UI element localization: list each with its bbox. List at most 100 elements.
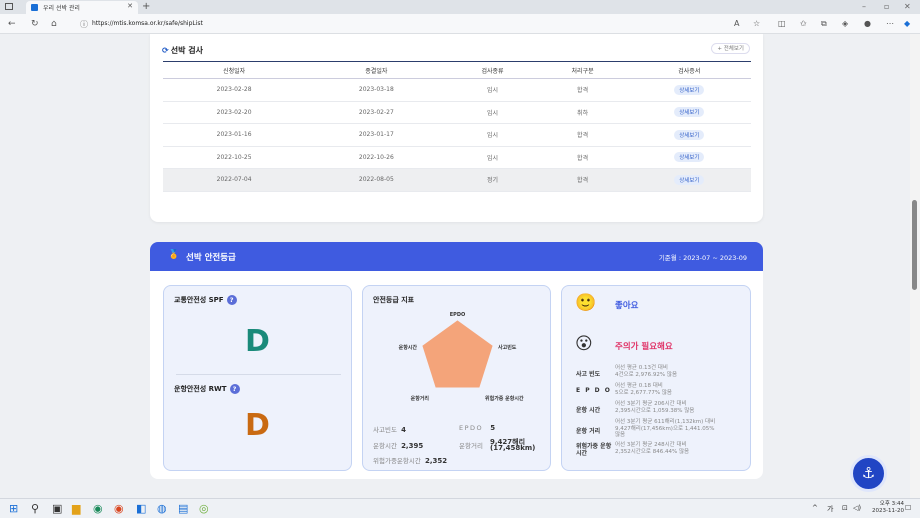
safety-grade-body: 교통안전성 SPF? D 운항안전성 RWT? D 안전등급 지표 EPDO 사…: [150, 271, 763, 479]
column-header: 처리구분: [537, 61, 628, 79]
detail-button[interactable]: 상세보기: [674, 84, 705, 95]
notification-icon[interactable]: ☐: [905, 504, 911, 512]
safety-grade-header: 🏅 선박 안전등급 기준월 : 2023-07 ~ 2023-09: [150, 242, 763, 271]
medal-icon: 🏅: [168, 250, 180, 260]
column-header: 검사증서: [627, 61, 751, 79]
page-content: ⟳ 선박 검사 + 전체보기 신청일자 종결일자 검사종류 처리구분 검사증서 2…: [0, 34, 910, 498]
table-row: 2023-02-28 2023-03-18 임시 합격 상세보기: [163, 78, 751, 102]
inspection-table: 신청일자 종결일자 검사종류 처리구분 검사증서 2023-02-28 2023…: [163, 61, 751, 192]
help-icon[interactable]: ?: [226, 295, 237, 305]
profile-avatar-icon[interactable]: ●: [864, 18, 871, 30]
axis-label: 운항거리: [411, 395, 430, 402]
scrollbar-thumb[interactable]: [912, 200, 917, 290]
help-icon[interactable]: ?: [229, 384, 240, 394]
close-tab-icon[interactable]: ✕: [127, 2, 133, 10]
scrollbar[interactable]: [910, 34, 920, 498]
extension-icon[interactable]: ◈: [842, 18, 848, 30]
type-cell: 정기: [447, 168, 538, 192]
status-cell: 합격: [537, 168, 628, 192]
task-view-icon[interactable]: ▣: [52, 501, 62, 517]
home-icon[interactable]: ⌂: [51, 18, 57, 30]
risk-hours-stat: 위험가중운항시간 2,352: [373, 457, 448, 465]
edge-browser-icon[interactable]: ◉: [93, 501, 103, 517]
minimize-icon[interactable]: –: [862, 0, 866, 14]
good-label: 좋아요: [615, 301, 639, 311]
column-header: 종결일자: [305, 61, 448, 79]
axis-label: 운항시간: [399, 344, 418, 351]
ship-icon: ⚓: [861, 464, 876, 482]
detail-button[interactable]: 상세보기: [674, 129, 705, 140]
app-icon[interactable]: ▤: [178, 501, 188, 517]
view-all-button[interactable]: + 전체보기: [711, 43, 750, 54]
freq-stat: 사고빈도 4: [373, 426, 406, 434]
address-bar-row: ← ↻ ⌂ ⓘ https://mtis.komsa.or.kr/safe/sh…: [0, 14, 920, 34]
status-cell: 합격: [537, 123, 628, 147]
site-info-icon[interactable]: ⓘ: [80, 18, 88, 32]
index-panel: 안전등급 지표 EPDO 사고빈도 위험가중 운항시간 운항거리 운항시간 사고…: [362, 285, 551, 471]
app-icon[interactable]: ◎: [199, 501, 209, 517]
back-icon[interactable]: ←: [8, 18, 16, 30]
favorite-star-icon[interactable]: ☆: [753, 18, 760, 30]
app-icon[interactable]: ◧: [136, 501, 146, 517]
axis-label: 사고빈도: [498, 344, 517, 351]
axis-label: EPDO: [450, 312, 465, 318]
rwt-label: 운항안전성 RWT?: [174, 384, 240, 394]
clock[interactable]: 오후 3:44 2023-11-20: [872, 501, 904, 515]
network-icon[interactable]: ⊡: [842, 504, 848, 512]
close-date-cell: 2023-01-17: [305, 123, 448, 147]
read-aloud-icon[interactable]: A: [734, 18, 739, 30]
window-menu-icon[interactable]: [5, 3, 13, 10]
browser-tab-bar: 우리 선박 관리 ✕ + – ▫ ✕: [0, 0, 920, 14]
more-menu-icon[interactable]: ⋯: [886, 18, 894, 30]
type-cell: 임시: [447, 146, 538, 169]
close-date-cell: 2022-08-05: [305, 168, 448, 192]
close-window-icon[interactable]: ✕: [904, 0, 911, 14]
inspection-title: ⟳ 선박 검사: [162, 46, 203, 55]
column-header: 신청일자: [163, 61, 306, 79]
detail-button[interactable]: 상세보기: [674, 174, 705, 185]
radar-chart: EPDO 사고빈도 위험가중 운항시간 운항거리 운항시간: [399, 312, 524, 402]
taskbar: ⊞ ⚲ ▣ ▆ ◉ ◉ ◧ ◍ ▤ ◎ ^ 가 ⊡ ◁) 오후 3:44 2023…: [0, 498, 920, 518]
favorites-icon[interactable]: ✩: [800, 18, 807, 30]
cert-cell: 상세보기: [627, 101, 751, 124]
detail-button[interactable]: 상세보기: [674, 107, 705, 118]
close-date-cell: 2022-10-26: [305, 146, 448, 169]
copilot-icon[interactable]: ◆: [904, 18, 910, 30]
ship-inspection-card: ⟳ 선박 검사 + 전체보기 신청일자 종결일자 검사종류 처리구분 검사증서 2…: [150, 34, 763, 222]
tab-title: 우리 선박 관리: [43, 5, 80, 12]
volume-icon[interactable]: ◁): [853, 504, 861, 512]
new-tab-icon[interactable]: +: [142, 0, 150, 14]
table-header-row: 신청일자 종결일자 검사종류 처리구분 검사증서: [163, 61, 751, 79]
status-cell: 취하: [537, 101, 628, 124]
axis-label: 위험가중 운항시간: [485, 395, 524, 402]
close-date-cell: 2023-03-18: [305, 78, 448, 102]
table-row: 2022-07-04 2022-08-05 정기 합격 상세보기: [163, 168, 751, 192]
ime-indicator[interactable]: 가: [827, 504, 833, 514]
maximize-icon[interactable]: ▫: [884, 0, 889, 14]
floating-action-button[interactable]: ⚓: [850, 455, 887, 492]
spf-grade: D: [245, 324, 270, 359]
rwt-grade: D: [245, 408, 270, 443]
file-explorer-icon[interactable]: ▆: [72, 501, 80, 517]
collections-icon[interactable]: ⧉: [821, 18, 827, 30]
url-field[interactable]: ⓘ https://mtis.komsa.or.kr/safe/shipList: [76, 17, 716, 31]
browser-tab[interactable]: 우리 선박 관리 ✕: [26, 1, 138, 14]
safety-grade-title: 선박 안전등급: [186, 253, 236, 263]
start-icon[interactable]: ⊞: [9, 501, 18, 517]
tray-chevron-icon[interactable]: ^: [812, 504, 818, 512]
search-icon[interactable]: ⚲: [31, 501, 39, 517]
apply-date-cell: 2022-10-25: [163, 146, 306, 169]
split-screen-icon[interactable]: ◫: [778, 18, 786, 30]
divider: [176, 374, 341, 375]
apply-date-cell: 2023-02-20: [163, 101, 306, 124]
close-date-cell: 2023-02-27: [305, 101, 448, 124]
url-text: https://mtis.komsa.or.kr/safe/shipList: [92, 20, 203, 27]
cert-cell: 상세보기: [627, 168, 751, 192]
radar-polygon: [422, 320, 493, 388]
app-icon[interactable]: ◍: [157, 501, 167, 517]
detail-button[interactable]: 상세보기: [674, 152, 705, 163]
chrome-icon[interactable]: ◉: [114, 501, 124, 517]
column-header: 검사종류: [447, 61, 538, 79]
refresh-icon[interactable]: ↻: [31, 18, 39, 30]
spf-label: 교통안전성 SPF?: [174, 295, 237, 305]
